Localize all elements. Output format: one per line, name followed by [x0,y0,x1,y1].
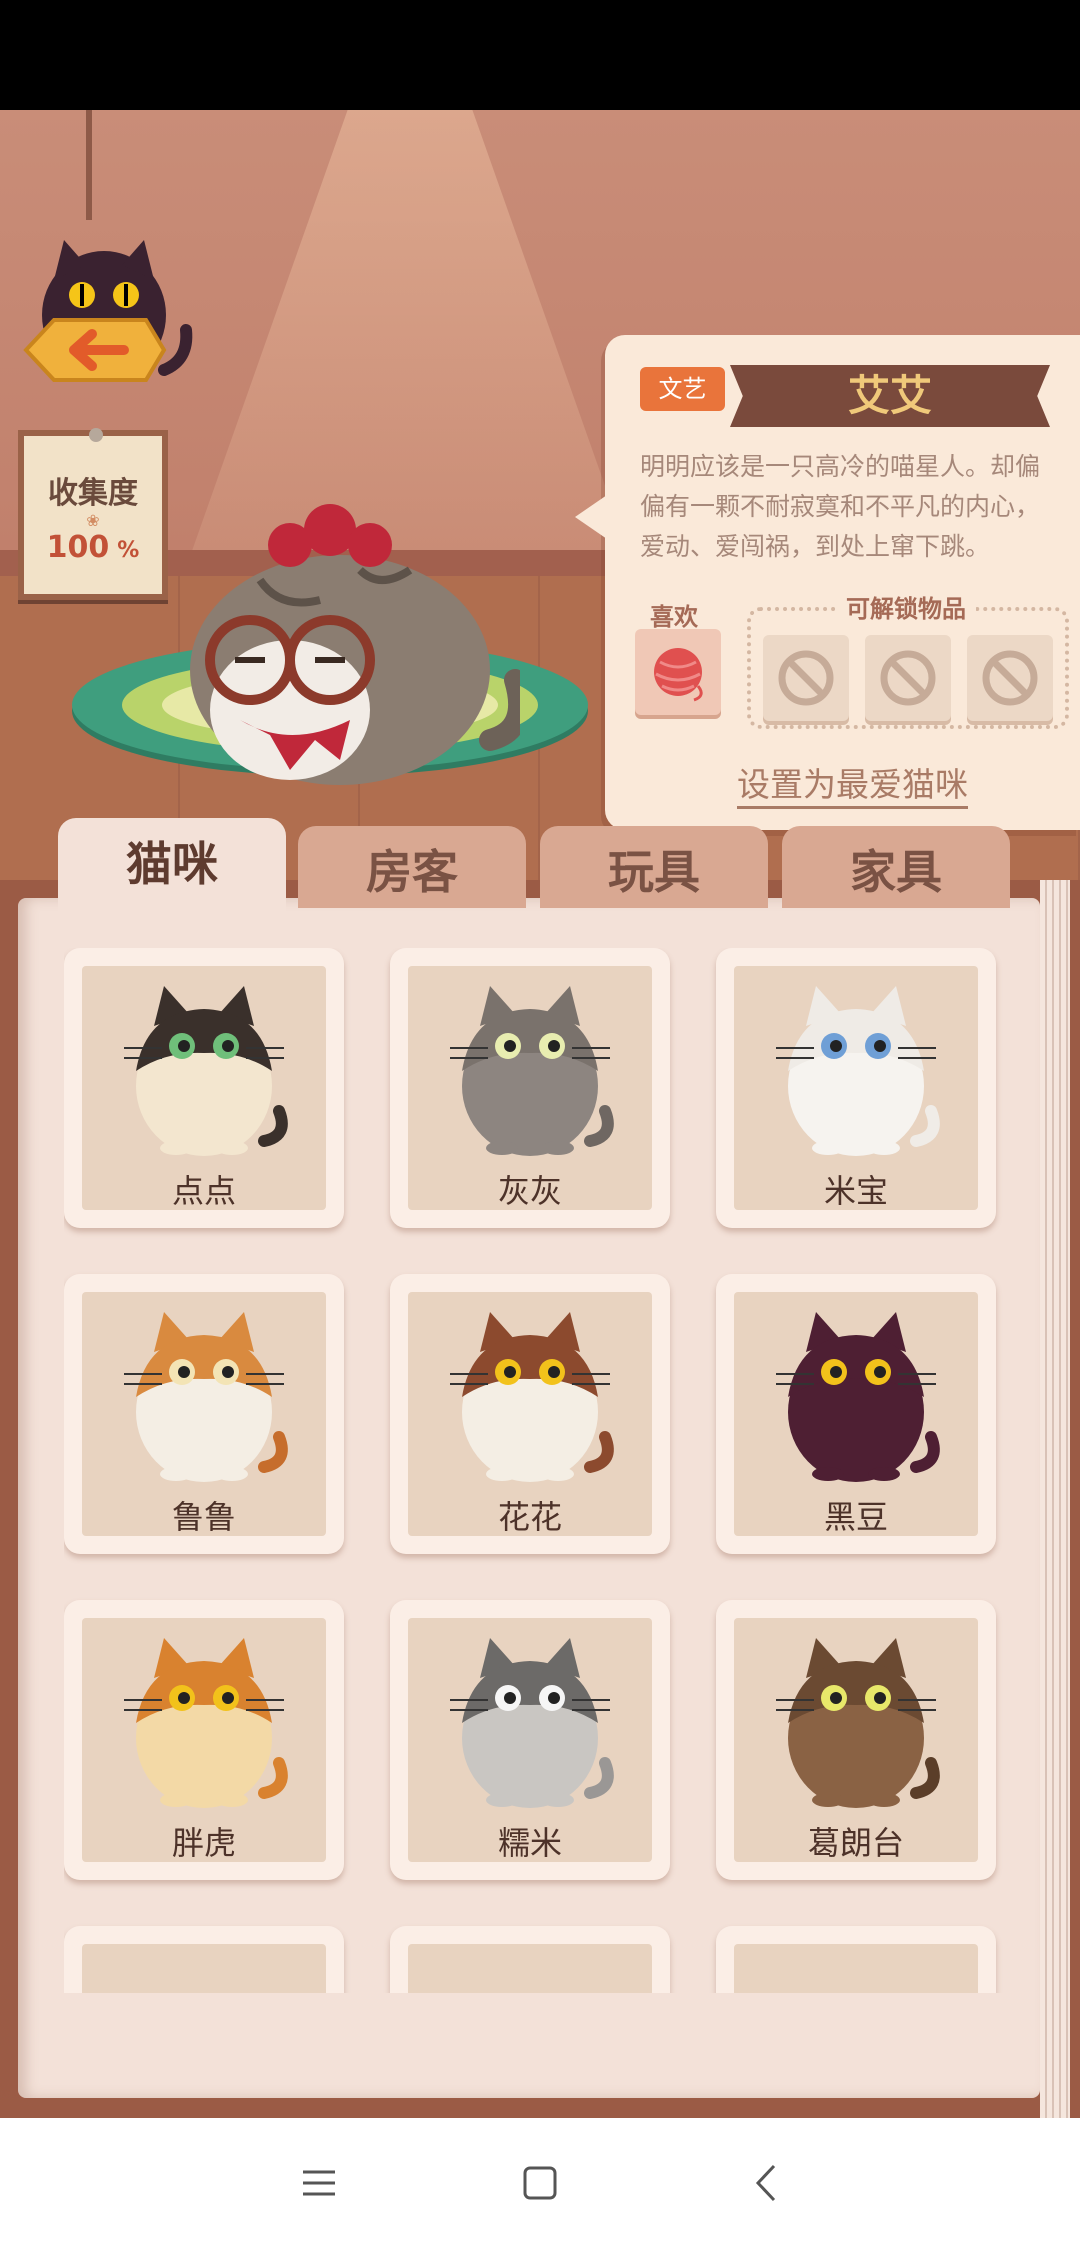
collection-title: 收集度 [48,476,138,511]
cat-name-label: 花花 [497,1498,562,1536]
locked-icon[interactable] [865,635,951,721]
cat-card[interactable]: 灰灰 [390,948,670,1228]
back-button[interactable] [14,220,194,410]
cat-card[interactable]: 黑豆 [716,1274,996,1554]
cat-name-label: 糯米 [497,1824,562,1862]
tab-guests[interactable]: 房客 [298,826,526,908]
cat-card[interactable]: 胖虎 [64,1600,344,1880]
cat-room: 收集度 ❀ 100% 文艺 艾艾 明明应该是一只高冷的喵星人。却偏偏有一颗不耐寂… [0,110,1080,910]
cat-card[interactable] [64,1926,344,1993]
cat-name-label: 点点 [171,1172,236,1210]
cat-name-label: 鲁鲁 [171,1498,236,1536]
cat-portrait [776,986,940,1156]
cat-name: 艾艾 [730,365,1050,427]
cat-card[interactable] [390,1926,670,1993]
locked-icon[interactable] [763,635,849,721]
paw-icon: ❀ [86,511,100,530]
yarn-ball-icon[interactable] [635,629,721,715]
cat-card[interactable]: 花花 [390,1274,670,1554]
cat-name-label: 葛朗台 [807,1824,904,1862]
unlockable-items: 可解锁物品 [747,589,1069,729]
cat-card[interactable]: 葛朗台 [716,1600,996,1880]
cat-portrait [124,986,288,1156]
cat-name-label: 灰灰 [497,1172,562,1210]
tab-toys[interactable]: 玩具 [540,826,768,908]
back-icon[interactable] [732,2148,802,2218]
cat-name-label: 米宝 [823,1172,888,1210]
cat-portrait [450,1312,614,1482]
cat-card[interactable]: 米宝 [716,948,996,1228]
unlockable-label: 可解锁物品 [836,589,976,624]
cat-card[interactable]: 糯米 [390,1600,670,1880]
cat-info-panel: 文艺 艾艾 明明应该是一只高冷的喵星人。却偏偏有一颗不耐寂寞和不平凡的内心，爱动… [575,335,1080,830]
featured-cat-image [190,504,520,785]
collection-card: 收集度 ❀ 100% [18,428,168,600]
cat-portrait [776,1312,940,1482]
collection-value: 100% [46,530,140,565]
menu-icon[interactable] [283,2148,353,2218]
cat-description: 明明应该是一只高冷的喵星人。却偏偏有一颗不耐寂寞和不平凡的内心，爱动、爱闯祸，到… [640,452,1041,561]
status-bar [0,0,1080,110]
tab-furniture[interactable]: 家具 [782,826,1010,908]
cat-card[interactable] [716,1926,996,1993]
cat-portrait [450,986,614,1156]
cat-portrait [124,1312,288,1482]
cat-card[interactable]: 鲁鲁 [64,1274,344,1554]
cat-portrait [450,1638,614,1808]
cat-name-label: 胖虎 [171,1824,236,1862]
set-favorite-cat-button[interactable]: 设置为最爱猫咪 [737,758,968,809]
cat-grid: 点点 灰灰 米宝鲁鲁 花花 黑豆胖虎 糯米 葛朗台 [64,948,1004,1993]
system-nav-bar [0,2118,1080,2248]
black-cat-back-icon [23,240,193,382]
cat-portrait [776,1638,940,1808]
likes-label: 喜欢 [650,603,698,631]
locked-icon[interactable] [967,635,1053,721]
cat-name-label: 黑豆 [823,1498,888,1536]
personality-tag: 文艺 [640,367,725,411]
cat-portrait [124,1638,288,1808]
tab-cats[interactable]: 猫咪 [58,818,286,918]
cat-card[interactable]: 点点 [64,948,344,1228]
home-icon[interactable] [505,2148,575,2218]
